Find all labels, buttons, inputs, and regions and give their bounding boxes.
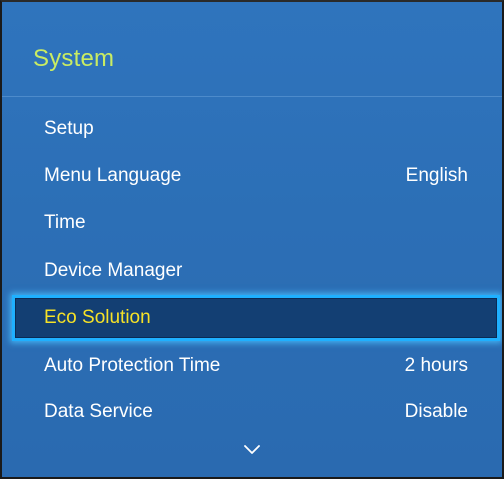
menu-item-label: Eco Solution: [44, 307, 151, 328]
panel-title: System: [33, 45, 115, 72]
chevron-down-icon[interactable]: [242, 443, 262, 457]
menu-item-data-service[interactable]: Data Service Disable: [2, 389, 502, 435]
menu-item-label: Menu Language: [44, 165, 182, 186]
menu-item-label: Auto Protection Time: [44, 355, 221, 376]
menu-item-eco-solution[interactable]: Eco Solution: [12, 295, 500, 341]
menu-item-value: English: [405, 165, 468, 186]
menu-item-label: Setup: [44, 118, 94, 139]
menu-item-menu-language[interactable]: Menu Language English: [2, 153, 502, 199]
menu-item-setup[interactable]: Setup: [2, 106, 502, 152]
menu-item-time[interactable]: Time: [2, 200, 502, 246]
title-divider: [2, 96, 502, 97]
menu-item-auto-protection-time[interactable]: Auto Protection Time 2 hours: [2, 343, 502, 389]
menu-item-device-manager[interactable]: Device Manager: [2, 248, 502, 294]
menu-item-label: Device Manager: [44, 260, 183, 281]
menu-item-label: Time: [44, 212, 86, 233]
menu-item-value: 2 hours: [404, 355, 468, 376]
system-menu-panel: System Setup Menu Language English Time …: [0, 0, 504, 479]
menu-item-value: Disable: [404, 401, 468, 422]
menu-item-label: Data Service: [44, 401, 153, 422]
